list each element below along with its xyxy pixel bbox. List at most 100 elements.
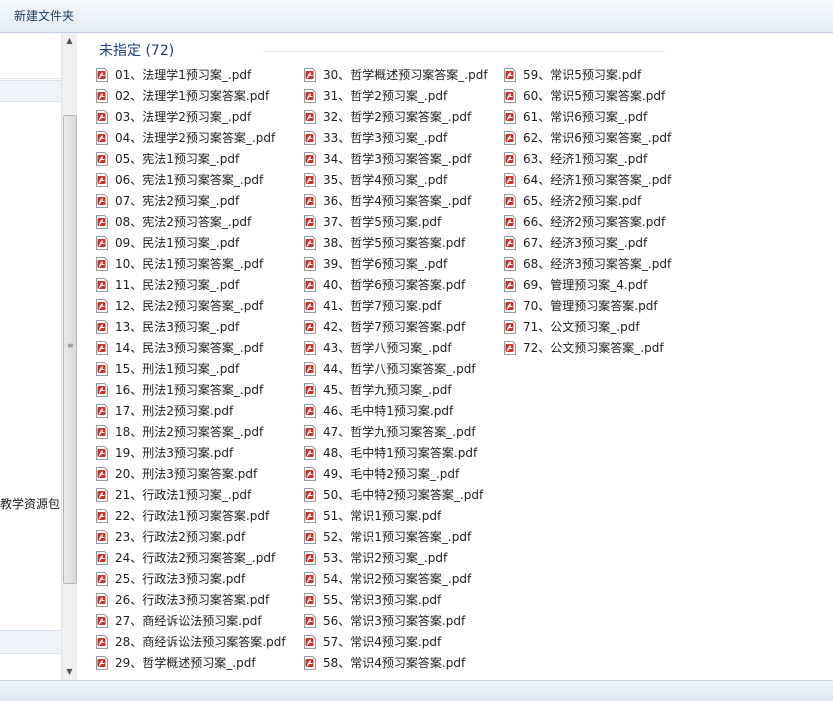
pdf-icon — [96, 572, 108, 586]
pdf-icon — [304, 110, 316, 124]
pdf-icon — [304, 194, 316, 208]
file-name: 44、哲学八预习案答案_.pdf — [323, 362, 476, 376]
pdf-icon — [304, 257, 316, 271]
pdf-icon — [304, 404, 316, 418]
pdf-icon — [304, 383, 316, 397]
file-name: 54、常识2预习案答案_.pdf — [323, 572, 472, 586]
nav-item-band[interactable] — [0, 630, 61, 654]
nav-scrollbar[interactable]: ▲ ≡ ▼ — [61, 33, 77, 680]
pdf-icon — [504, 110, 516, 124]
file-name: 27、商经诉讼法预习案.pdf — [115, 614, 262, 628]
file-name: 57、常识4预习案.pdf — [323, 635, 442, 649]
file-name: 34、哲学3预习案答案_.pdf — [323, 152, 472, 166]
file-name: 19、刑法3预习案.pdf — [115, 446, 234, 460]
pdf-icon — [304, 278, 316, 292]
file-list-pane: 未指定 (72) 01、法理学1预习案_.pdf 02、法理学1预习案答案.pdf… — [78, 33, 833, 680]
pdf-icon — [304, 530, 316, 544]
pdf-icon — [96, 614, 108, 628]
file-name: 21、行政法1预习案_.pdf — [115, 488, 252, 502]
pdf-icon — [304, 131, 316, 145]
file-name: 52、常识1预习案答案_.pdf — [323, 530, 472, 544]
pdf-icon — [96, 362, 108, 376]
file-name: 07、宪法2预习案_.pdf — [115, 194, 240, 208]
file-name: 68、经济3预习案答案_.pdf — [523, 257, 672, 271]
file-name: 45、哲学九预习案_.pdf — [323, 383, 452, 397]
scroll-thumb[interactable]: ≡ — [63, 115, 77, 584]
pdf-icon — [304, 299, 316, 313]
file-name: 58、常识4预习案答案.pdf — [323, 656, 466, 670]
group-header[interactable]: 未指定 (72) — [99, 41, 174, 61]
file-name: 38、哲学5预习案答案.pdf — [323, 236, 466, 250]
file-name: 69、管理预习案_4.pdf — [523, 278, 648, 292]
file-name: 59、常识5预习案.pdf — [523, 68, 642, 82]
file-name: 62、常识6预习案答案_.pdf — [523, 131, 672, 145]
file-name: 31、哲学2预习案_.pdf — [323, 89, 448, 103]
pdf-icon — [504, 152, 516, 166]
nav-item-label[interactable]: 教学资源包 — [0, 495, 61, 512]
pdf-icon — [96, 278, 108, 292]
pdf-icon — [96, 551, 108, 565]
file-name: 11、民法2预习案_.pdf — [115, 278, 240, 292]
pdf-icon — [304, 425, 316, 439]
pdf-icon — [96, 656, 108, 670]
pdf-icon — [96, 194, 108, 208]
pdf-icon — [304, 614, 316, 628]
pdf-icon — [96, 404, 108, 418]
pdf-icon — [304, 467, 316, 481]
file-name: 39、哲学6预习案_.pdf — [323, 257, 448, 271]
pdf-icon — [504, 236, 516, 250]
pdf-icon — [96, 110, 108, 124]
file-name: 06、宪法1预习案答案_.pdf — [115, 173, 264, 187]
file-name: 47、哲学九预习案答案_.pdf — [323, 425, 476, 439]
pdf-icon — [304, 341, 316, 355]
file-name: 02、法理学1预习案答案.pdf — [115, 89, 270, 103]
pdf-icon — [304, 635, 316, 649]
file-name: 01、法理学1预习案_.pdf — [115, 68, 252, 82]
file-name: 61、常识6预习案_.pdf — [523, 110, 648, 124]
pdf-icon — [504, 173, 516, 187]
file-name: 60、常识5预习案答案.pdf — [523, 89, 666, 103]
pdf-icon — [96, 320, 108, 334]
file-name: 50、毛中特2预习案答案_.pdf — [323, 488, 484, 502]
pdf-icon — [96, 131, 108, 145]
file-name: 30、哲学概述预习案答案_.pdf — [323, 68, 488, 82]
file-name: 49、毛中特2预习案_.pdf — [323, 467, 460, 481]
file-name: 43、哲学八预习案_.pdf — [323, 341, 452, 355]
file-name: 71、公文预习案_.pdf — [523, 320, 640, 334]
pdf-icon — [96, 530, 108, 544]
nav-divider — [0, 78, 61, 79]
pdf-icon — [96, 257, 108, 271]
pdf-icon — [96, 488, 108, 502]
pdf-icon — [96, 299, 108, 313]
file-name: 16、刑法1预习案答案_.pdf — [115, 383, 264, 397]
pdf-icon — [304, 215, 316, 229]
file-name: 08、宪法2预习答案_.pdf — [115, 215, 252, 229]
new-folder-button[interactable]: 新建文件夹 — [7, 6, 81, 26]
pdf-icon — [504, 278, 516, 292]
pdf-icon — [504, 299, 516, 313]
pdf-icon — [96, 383, 108, 397]
navigation-pane: 教学资源包 — [0, 33, 62, 680]
scroll-up-icon[interactable]: ▲ — [62, 33, 77, 49]
pdf-icon — [504, 257, 516, 271]
file-name: 48、毛中特1预习案答案.pdf — [323, 446, 478, 460]
file-name: 53、常识2预习案_.pdf — [323, 551, 448, 565]
pdf-icon — [504, 68, 516, 82]
toolbar: 新建文件夹 — [0, 0, 833, 33]
pdf-icon — [304, 551, 316, 565]
file-name: 36、哲学4预习案答案_.pdf — [323, 194, 472, 208]
pdf-icon — [304, 236, 316, 250]
pdf-icon — [304, 509, 316, 523]
file-name: 17、刑法2预习案.pdf — [115, 404, 234, 418]
file-name: 10、民法1预习案答案_.pdf — [115, 257, 264, 271]
file-name: 03、法理学2预习案_.pdf — [115, 110, 252, 124]
pdf-icon — [504, 89, 516, 103]
nav-item-selected[interactable] — [0, 80, 61, 102]
file-name: 22、行政法1预习案答案.pdf — [115, 509, 270, 523]
pdf-icon — [96, 89, 108, 103]
file-name: 64、经济1预习案答案_.pdf — [523, 173, 672, 187]
file-name: 33、哲学3预习案_.pdf — [323, 131, 448, 145]
pdf-icon — [504, 320, 516, 334]
scroll-down-icon[interactable]: ▼ — [62, 664, 77, 680]
pdf-icon — [304, 593, 316, 607]
